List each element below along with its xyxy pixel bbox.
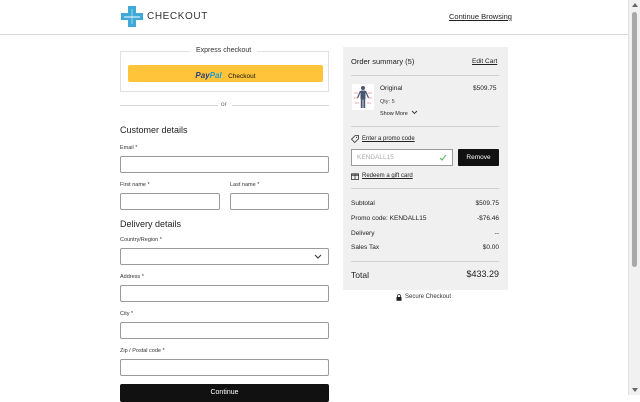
item-price: $509.75 bbox=[473, 85, 497, 92]
edit-cart-link[interactable]: Edit Cart bbox=[472, 58, 497, 65]
last-name-field[interactable] bbox=[230, 193, 329, 210]
country-select[interactable] bbox=[120, 248, 329, 265]
zip-field[interactable] bbox=[120, 359, 329, 376]
brand-logo-icon bbox=[121, 6, 143, 27]
page-scrollbar[interactable] bbox=[628, 0, 640, 395]
delivery-label: Delivery bbox=[351, 230, 375, 237]
or-separator: or bbox=[221, 101, 227, 108]
continue-button[interactable]: Continue bbox=[120, 384, 329, 402]
scroll-up-icon[interactable] bbox=[632, 3, 638, 7]
brand-name: CHECKOUT bbox=[147, 11, 208, 22]
item-divider bbox=[351, 126, 499, 127]
show-more-label: Show More bbox=[380, 111, 408, 117]
redeem-gift-card-link[interactable]: Redeem a gift card bbox=[362, 173, 413, 179]
promo-discount-label: Promo code: KENDALL15 bbox=[351, 215, 427, 222]
promo-discount-value: -$76.46 bbox=[476, 215, 499, 222]
paypal-button-label: Checkout bbox=[228, 73, 256, 80]
item-quantity: Qty: 5 bbox=[380, 99, 395, 105]
promo-code-value: KENDALL15 bbox=[357, 154, 394, 161]
subtotal-value: $509.75 bbox=[475, 200, 500, 207]
divider-right bbox=[232, 105, 329, 106]
first-name-label: First name * bbox=[120, 182, 150, 188]
check-icon bbox=[439, 154, 447, 161]
total-label: Total bbox=[351, 270, 369, 280]
scroll-thumb[interactable] bbox=[632, 12, 637, 267]
total-value: $433.29 bbox=[466, 269, 499, 279]
paypal-checkout-button[interactable]: PayPal Checkout bbox=[128, 65, 323, 82]
enter-promo-code-link[interactable]: Enter a promo code bbox=[362, 136, 415, 142]
country-label: Country/Region * bbox=[120, 237, 162, 243]
remove-promo-button[interactable]: Remove bbox=[458, 149, 499, 166]
first-name-field[interactable] bbox=[120, 193, 220, 210]
subtotal-label: Subtotal bbox=[351, 200, 375, 207]
scroll-down-icon[interactable] bbox=[632, 388, 638, 392]
last-name-label: Last name * bbox=[230, 182, 260, 188]
promo-code-input[interactable]: KENDALL15 bbox=[351, 149, 453, 166]
sales-tax-label: Sales Tax bbox=[351, 244, 380, 251]
order-summary-title: Order summary (5) bbox=[351, 57, 415, 66]
address-label: Address * bbox=[120, 274, 144, 280]
delivery-value: -- bbox=[494, 230, 499, 237]
product-thumbnail bbox=[352, 84, 374, 110]
product-figure-icon bbox=[354, 86, 372, 108]
chevron-down-icon bbox=[412, 110, 418, 115]
show-more-toggle[interactable]: Show More bbox=[380, 110, 418, 117]
address-field[interactable] bbox=[120, 285, 329, 302]
chevron-down-icon bbox=[314, 254, 322, 259]
gift-icon bbox=[351, 173, 359, 180]
totals-divider bbox=[351, 261, 499, 262]
zip-label: Zip / Postal code * bbox=[120, 348, 165, 354]
tag-icon bbox=[351, 135, 359, 143]
email-field[interactable] bbox=[120, 156, 329, 173]
email-label: Email * bbox=[120, 145, 138, 151]
city-label: City * bbox=[120, 311, 134, 317]
city-field[interactable] bbox=[120, 322, 329, 339]
promo-divider bbox=[351, 188, 499, 189]
lock-icon bbox=[396, 294, 402, 301]
sales-tax-value: $0.00 bbox=[482, 244, 499, 251]
express-checkout-title: Express checkout bbox=[190, 47, 258, 54]
customer-details-heading: Customer details bbox=[120, 125, 188, 135]
top-bar: CHECKOUT Continue Browsing bbox=[0, 0, 628, 35]
item-name: Original bbox=[380, 85, 403, 92]
delivery-details-heading: Delivery details bbox=[120, 219, 182, 229]
secure-checkout-label: Secure Checkout bbox=[405, 294, 452, 300]
paypal-logo-icon: PayPal bbox=[195, 71, 222, 80]
divider-left bbox=[120, 105, 218, 106]
summary-divider bbox=[351, 75, 499, 76]
continue-browsing-link[interactable]: Continue Browsing bbox=[449, 12, 512, 21]
